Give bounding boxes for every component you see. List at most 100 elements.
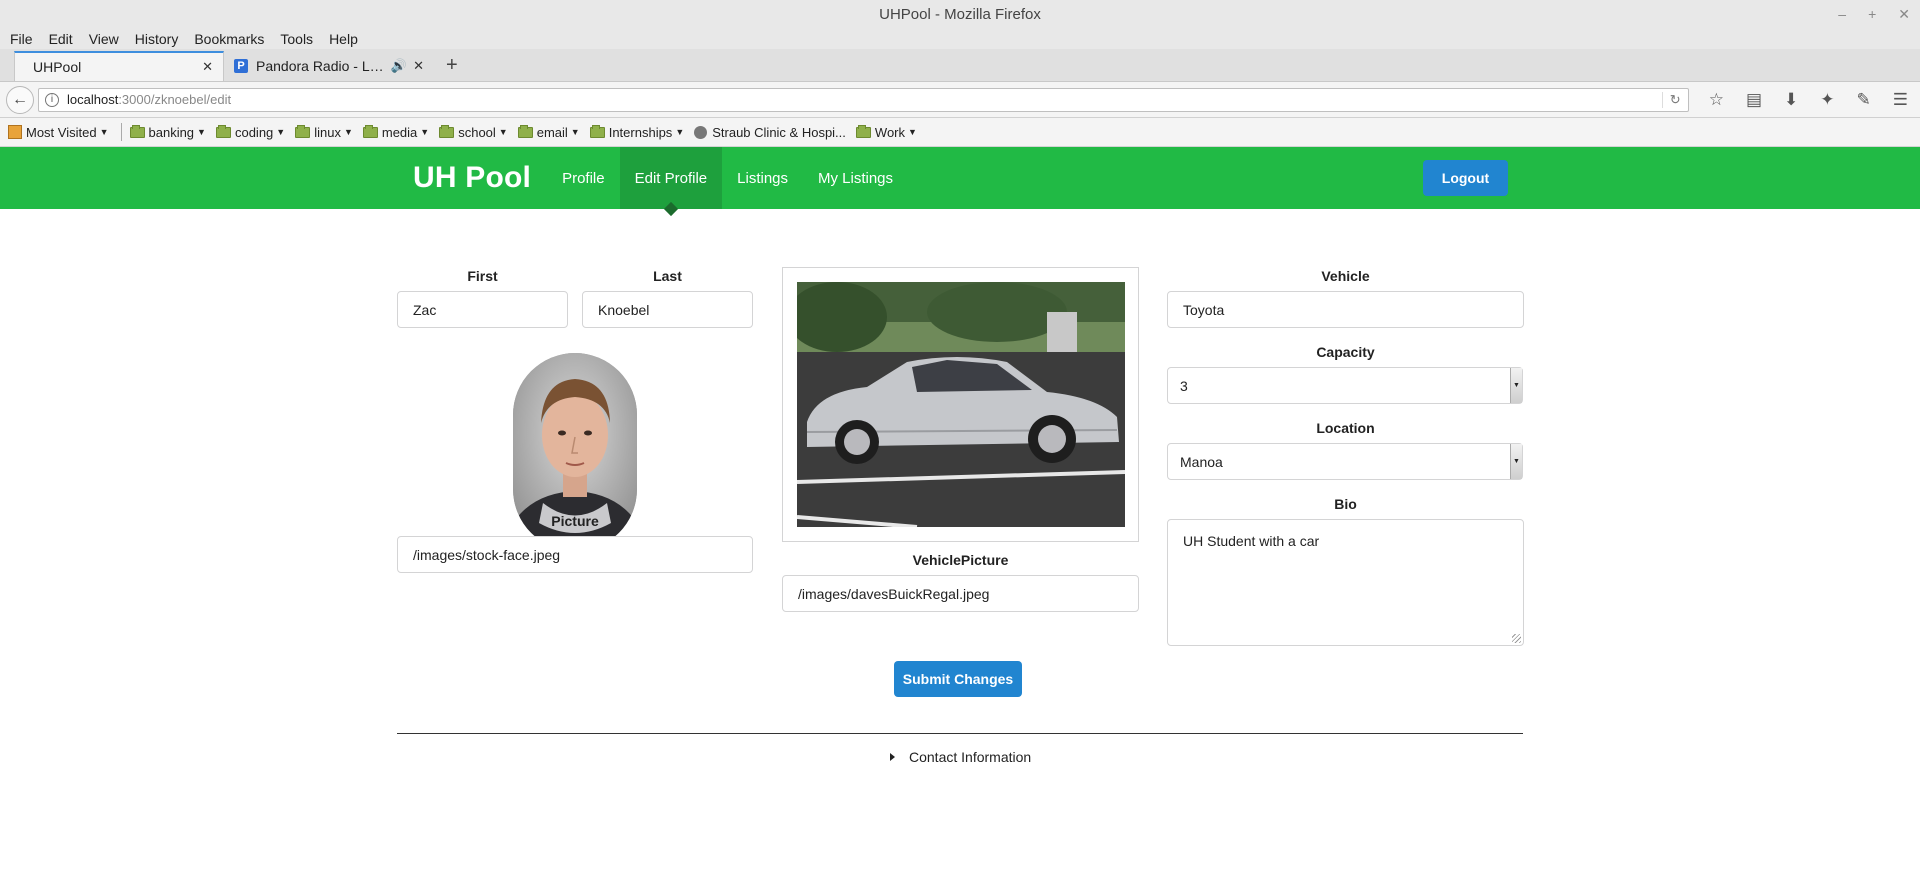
menu-file[interactable]: File [10,31,33,47]
bookmark-label: linux [314,124,341,140]
bookmark-folder-coding[interactable]: coding ▼ [215,124,286,140]
url-bar[interactable]: i localhost:3000/zknoebel/edit ↻ [38,87,1689,112]
pandora-icon: P [234,59,248,73]
menu-bookmarks[interactable]: Bookmarks [194,31,264,47]
first-name-label: First [467,268,498,284]
bookmarks-bar: Most Visited ▼ banking ▼ coding ▼ linux ▼ me… [0,118,1920,147]
menu-edit[interactable]: Edit [49,31,73,47]
tab-title: Pandora Radio - Liste... [256,58,385,74]
nav-profile[interactable]: Profile [547,147,620,209]
maximize-icon[interactable]: + [1868,0,1876,29]
chevron-down-icon: ▼ [675,127,685,137]
tab-bar: UHPool ✕ P Pandora Radio - Liste... 🔊 ✕ … [0,49,1920,82]
chevron-down-icon: ▼ [197,127,206,137]
resize-handle-icon[interactable] [1512,634,1521,643]
bookmark-folder-email[interactable]: email ▼ [517,124,580,140]
reading-list-icon[interactable]: ▤ [1746,90,1762,110]
bookmark-folder-linux[interactable]: linux ▼ [295,124,353,140]
new-tab-icon[interactable]: + [446,54,458,77]
chevron-down-icon[interactable]: ▼ [1510,444,1522,479]
chevron-down-icon: ▼ [420,127,430,137]
chevron-down-icon: ▼ [276,127,286,137]
nav-listings[interactable]: Listings [722,147,803,209]
caret-right-icon [890,753,895,761]
bookmark-folder-banking[interactable]: banking ▼ [129,124,206,140]
close-icon[interactable]: ✕ [413,58,424,74]
bookmark-straub[interactable]: Straub Clinic & Hospi... [694,125,846,140]
contact-information-accordion[interactable]: Contact Information [890,749,1031,765]
vehicle-picture-frame [782,267,1139,542]
bookmark-label: Work [874,124,906,140]
eyedropper-icon[interactable]: ✎ [1857,90,1871,110]
tab-uhpool[interactable]: UHPool ✕ [14,51,224,81]
bookmark-label: banking [148,124,195,140]
bookmark-folder-school[interactable]: school ▼ [439,124,508,140]
minimize-icon[interactable]: – [1838,0,1846,29]
vehicle-photo [797,282,1125,527]
folder-icon [362,124,378,138]
location-select[interactable]: Manoa ▼ [1167,443,1523,480]
bookmark-label: Most Visited [26,124,97,140]
hamburger-menu-icon[interactable]: ☰ [1893,90,1908,110]
bookmark-label: school [458,124,496,140]
capacity-label: Capacity [1316,344,1375,360]
nav-edit-profile[interactable]: Edit Profile [619,147,723,209]
bookmark-folder-media[interactable]: media ▼ [362,124,430,140]
info-icon[interactable]: i [45,92,59,107]
chevron-down-icon: ▼ [343,127,353,137]
logout-button[interactable]: Logout [1423,160,1508,196]
folder-icon [589,124,605,138]
menu-tools[interactable]: Tools [280,31,313,47]
most-visited-icon [8,125,22,139]
bio-label: Bio [1334,496,1357,512]
window-title: UHPool - Mozilla Firefox [879,6,1041,23]
bookmarks-separator [120,123,122,141]
section-divider [397,733,1523,734]
first-name-input[interactable]: Zac [397,291,568,328]
tab-pandora[interactable]: P Pandora Radio - Liste... 🔊 ✕ [224,51,434,81]
bookmark-star-icon[interactable]: ☆ [1709,90,1724,110]
location-label: Location [1316,420,1375,436]
bookmark-most-visited[interactable]: Most Visited ▼ [8,125,109,140]
globe-icon [694,125,708,139]
picture-label: Picture [551,513,599,529]
reload-icon[interactable]: ↻ [1661,91,1688,108]
last-name-label: Last [653,268,682,284]
close-icon[interactable]: ✕ [202,59,213,75]
capacity-select[interactable]: 3 ▼ [1167,367,1523,404]
folder-icon [855,124,871,138]
bookmark-folder-work[interactable]: Work ▼ [855,124,917,140]
submit-changes-button[interactable]: Submit Changes [894,661,1022,697]
folder-icon [439,124,455,138]
bio-value: UH Student with a car [1183,533,1320,549]
vehicle-label: Vehicle [1321,268,1370,284]
speaker-icon[interactable]: 🔊 [391,58,407,74]
contact-information-title: Contact Information [909,749,1032,765]
menu-view[interactable]: View [89,31,119,47]
close-window-icon[interactable]: ✕ [1898,0,1910,29]
brand-logo[interactable]: UH Pool [413,147,531,209]
bookmark-label: coding [234,124,274,140]
chevron-down-icon: ▼ [99,127,109,137]
nav-my-listings[interactable]: My Listings [803,147,908,209]
menu-help[interactable]: Help [329,31,358,47]
vehicle-input[interactable]: Toyota [1167,291,1524,328]
window-controls: – + ✕ [1838,0,1910,29]
download-icon[interactable]: ⬇ [1784,90,1798,110]
picture-url-input[interactable]: /images/stock-face.jpeg [397,536,753,573]
folder-icon [517,124,533,138]
capacity-value: 3 [1180,377,1188,394]
chevron-down-icon[interactable]: ▼ [1510,368,1522,403]
bio-textarea[interactable]: UH Student with a car [1167,519,1524,646]
vehicle-picture-url-input[interactable]: /images/davesBuickRegal.jpeg [782,575,1139,612]
bookmark-label: Straub Clinic & Hospi... [712,124,846,140]
extension-icon[interactable]: ✦ [1820,90,1834,110]
back-arrow-icon[interactable]: ← [6,85,34,114]
app-navbar: UH Pool Profile Edit Profile Listings My… [0,147,1920,209]
bookmark-folder-internships[interactable]: Internships ▼ [589,124,685,140]
bookmark-label: email [536,124,568,140]
menu-history[interactable]: History [135,31,179,47]
tab-title: UHPool [33,59,82,75]
chevron-down-icon: ▼ [908,127,917,137]
last-name-input[interactable]: Knoebel [582,291,753,328]
